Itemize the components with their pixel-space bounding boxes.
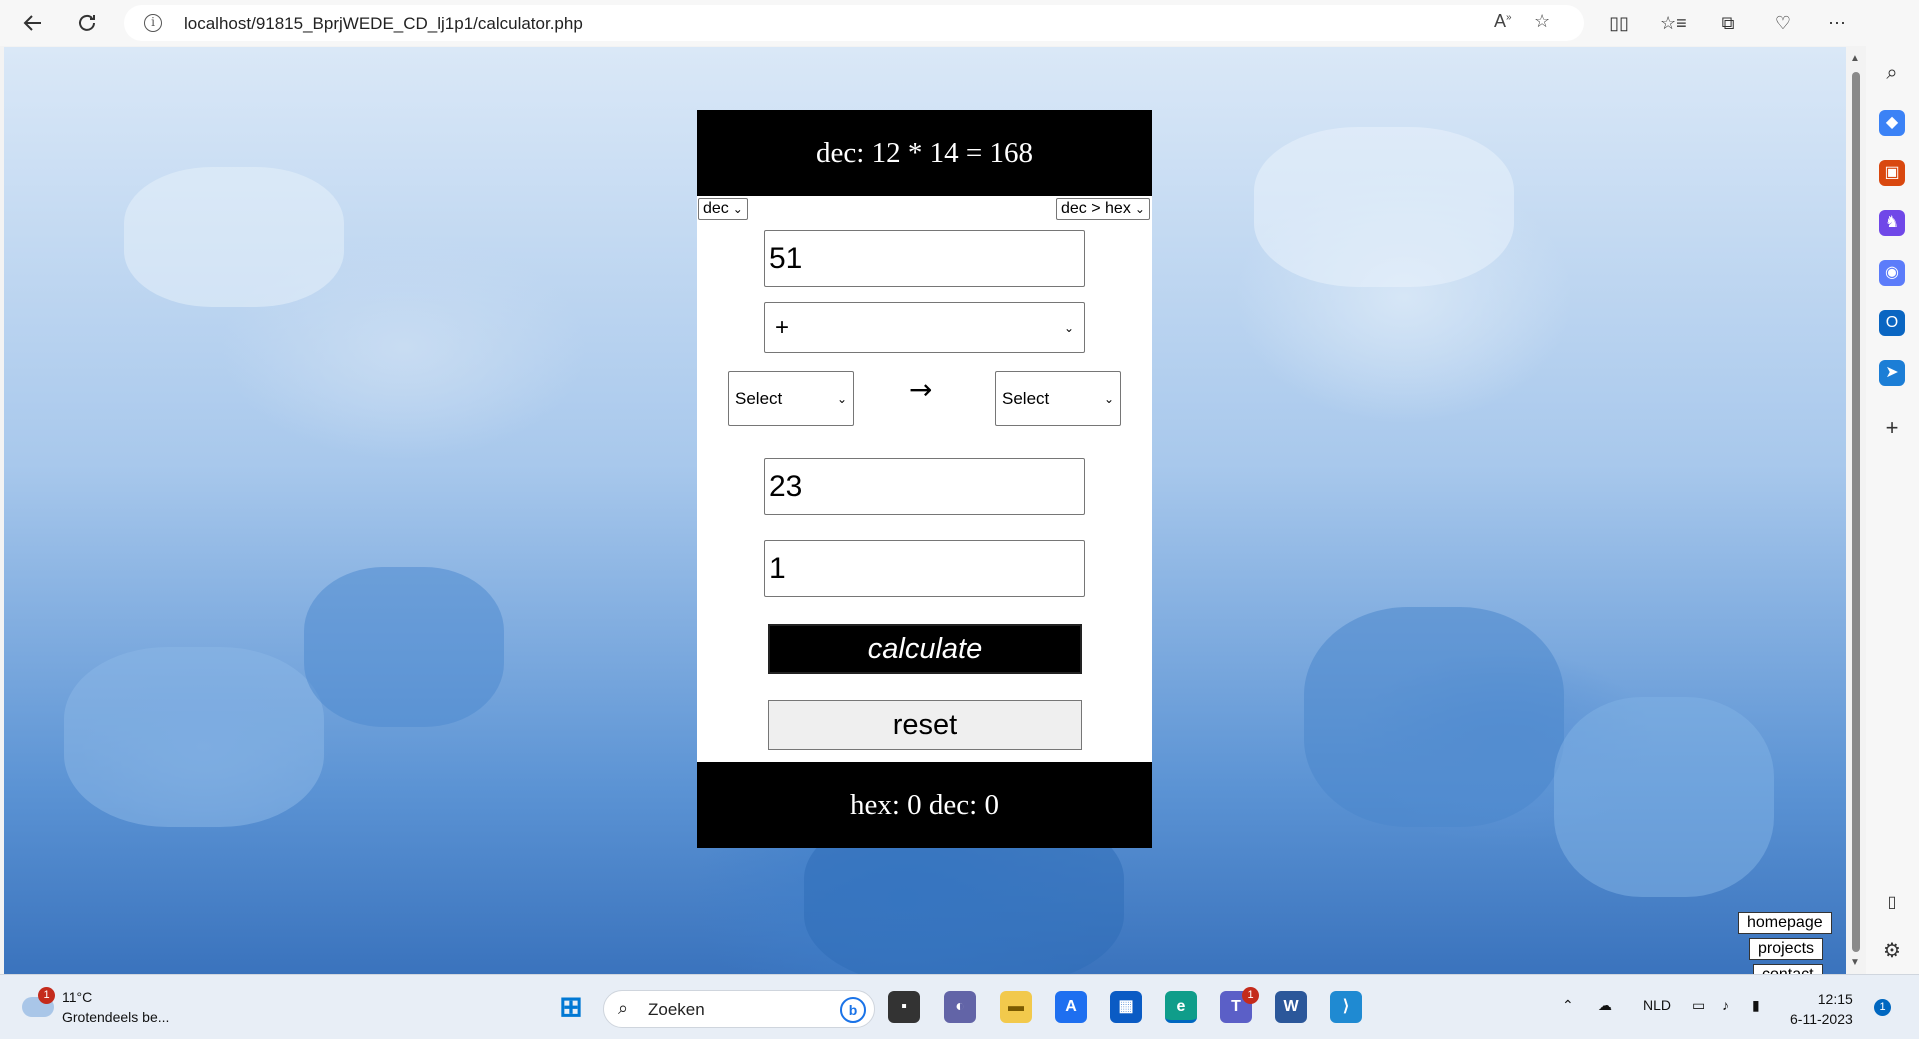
- network-icon[interactable]: ▭: [1692, 997, 1705, 1014]
- mode-select-value: dec: [703, 200, 729, 217]
- volume-icon[interactable]: ♪: [1722, 997, 1729, 1013]
- right-arrow-icon: →: [909, 373, 933, 406]
- windows-taskbar: 1 11°C Grotendeels be... ⊞ ⌕ Zoeken b ▪ …: [0, 974, 1919, 1039]
- nav-projects-link[interactable]: projects: [1749, 938, 1824, 960]
- reset-button[interactable]: reset: [768, 700, 1082, 750]
- calculate-button[interactable]: calculate: [768, 624, 1082, 674]
- more-options-icon[interactable]: ⋯: [1824, 10, 1850, 36]
- settings-gear-icon[interactable]: ⚙: [1879, 938, 1905, 964]
- bing-icon: b: [840, 997, 866, 1023]
- edge-sidebar: ⌕ ◆ ▣ ♞ ◉ O ➤ + ▯ ⚙: [1866, 0, 1919, 974]
- edge-icon[interactable]: e: [1165, 991, 1197, 1023]
- search-icon[interactable]: ⌕: [1879, 60, 1905, 86]
- first-number-input[interactable]: 51: [764, 230, 1085, 287]
- chevron-down-icon: ⌄: [836, 391, 847, 406]
- to-base-select-value: Select: [1002, 388, 1050, 408]
- notification-badge[interactable]: 1: [1874, 999, 1891, 1016]
- teams-badge: 1: [1242, 987, 1259, 1004]
- background-shape: [1304, 607, 1564, 827]
- collections-icon[interactable]: ⧉: [1715, 10, 1741, 36]
- to-base-select[interactable]: Select ⌄: [995, 371, 1121, 426]
- scroll-down-icon[interactable]: ▼: [1850, 957, 1860, 968]
- result-display-top: dec: 12 * 14 = 168: [697, 110, 1152, 196]
- vscode-icon[interactable]: ⟩: [1330, 991, 1362, 1023]
- app-icon[interactable]: A: [1055, 991, 1087, 1023]
- sidebar-toggle-icon[interactable]: ▯: [1879, 890, 1905, 916]
- favorites-icon[interactable]: ☆≡: [1660, 10, 1687, 36]
- nav-contact-link[interactable]: contact: [1753, 964, 1823, 974]
- chat-icon[interactable]: ◐: [944, 991, 976, 1023]
- outlook-icon[interactable]: O: [1879, 310, 1905, 336]
- background-shape: [124, 167, 344, 307]
- browser-toolbar: i localhost/91815_BprjWEDE_CD_lj1p1/calc…: [0, 0, 1919, 46]
- windows-start-icon[interactable]: ⊞: [555, 991, 587, 1023]
- background-shape: [304, 567, 504, 727]
- battery-icon[interactable]: ▮: [1752, 997, 1760, 1014]
- second-number-input[interactable]: 23: [764, 458, 1085, 515]
- scrollbar-thumb[interactable]: [1852, 72, 1860, 952]
- scroll-up-icon[interactable]: ▲: [1850, 53, 1860, 64]
- shopping-icon[interactable]: ◆: [1879, 110, 1905, 136]
- from-base-select[interactable]: Select ⌄: [728, 371, 854, 426]
- drop-icon[interactable]: ➤: [1879, 360, 1905, 386]
- conversion-select[interactable]: dec > hex ⌄: [1056, 198, 1150, 220]
- chevron-down-icon: ⌄: [1134, 202, 1145, 216]
- cloud-status-icon[interactable]: ☁: [1598, 997, 1612, 1014]
- refresh-icon[interactable]: [72, 8, 102, 38]
- clock-date: 6-11-2023: [1790, 1011, 1853, 1027]
- vertical-scrollbar[interactable]: ▲ ▼: [1846, 47, 1866, 974]
- chevron-down-icon: ⌄: [732, 202, 743, 216]
- back-icon[interactable]: [18, 8, 48, 38]
- add-icon[interactable]: +: [1879, 415, 1905, 441]
- third-number-input[interactable]: 1: [764, 540, 1085, 597]
- chevron-down-icon: ⌄: [1103, 391, 1114, 406]
- calculator-panel: dec: 12 * 14 = 168 dec ⌄ dec > hex ⌄ 51 …: [697, 110, 1152, 848]
- search-icon: ⌕: [618, 998, 629, 1018]
- background-shape: [1554, 697, 1774, 897]
- microsoft-365-icon[interactable]: ◉: [1879, 260, 1905, 286]
- site-info-icon[interactable]: i: [144, 14, 162, 32]
- games-icon[interactable]: ♞: [1879, 210, 1905, 236]
- page-background: dec: 12 * 14 = 168 dec ⌄ dec > hex ⌄ 51 …: [4, 47, 1846, 974]
- file-explorer-icon[interactable]: ▬: [1000, 991, 1032, 1023]
- url-text: localhost/91815_BprjWEDE_CD_lj1p1/calcul…: [184, 14, 583, 33]
- operator-select[interactable]: + ⌄: [764, 302, 1085, 353]
- store-icon[interactable]: ▦: [1110, 991, 1142, 1023]
- background-shape: [64, 647, 324, 827]
- search-placeholder: Zoeken: [648, 1000, 705, 1019]
- weather-badge: 1: [38, 987, 55, 1004]
- system-clock[interactable]: 12:15 6-11-2023: [1790, 989, 1853, 1029]
- temperature: 11°C: [62, 989, 93, 1005]
- language-indicator[interactable]: NLD: [1643, 997, 1671, 1013]
- split-screen-icon[interactable]: ▯▯: [1606, 10, 1632, 36]
- mode-select[interactable]: dec ⌄: [698, 198, 748, 220]
- address-bar[interactable]: i localhost/91815_BprjWEDE_CD_lj1p1/calc…: [124, 5, 1584, 41]
- result-display-bottom: hex: 0 dec: 0: [697, 762, 1152, 848]
- from-base-select-value: Select: [735, 388, 783, 408]
- favorite-star-icon[interactable]: ☆: [1534, 11, 1550, 32]
- background-shape: [1254, 127, 1514, 287]
- operator-select-value: +: [775, 313, 790, 341]
- read-aloud-icon[interactable]: A»: [1494, 11, 1512, 32]
- show-hidden-icons-icon[interactable]: ⌃: [1562, 997, 1574, 1014]
- word-icon[interactable]: W: [1275, 991, 1307, 1023]
- chevron-down-icon: ⌄: [1063, 320, 1074, 335]
- tools-icon[interactable]: ▣: [1879, 160, 1905, 186]
- browser-essentials-icon[interactable]: ♡: [1770, 10, 1796, 36]
- conversion-select-value: dec > hex: [1061, 200, 1131, 217]
- taskbar-search[interactable]: ⌕ Zoeken b: [603, 990, 875, 1028]
- weather-description: Grotendeels be...: [62, 1009, 170, 1025]
- task-view-icon[interactable]: ▪: [888, 991, 920, 1023]
- clock-time: 12:15: [1817, 991, 1853, 1007]
- nav-homepage-link[interactable]: homepage: [1738, 912, 1832, 934]
